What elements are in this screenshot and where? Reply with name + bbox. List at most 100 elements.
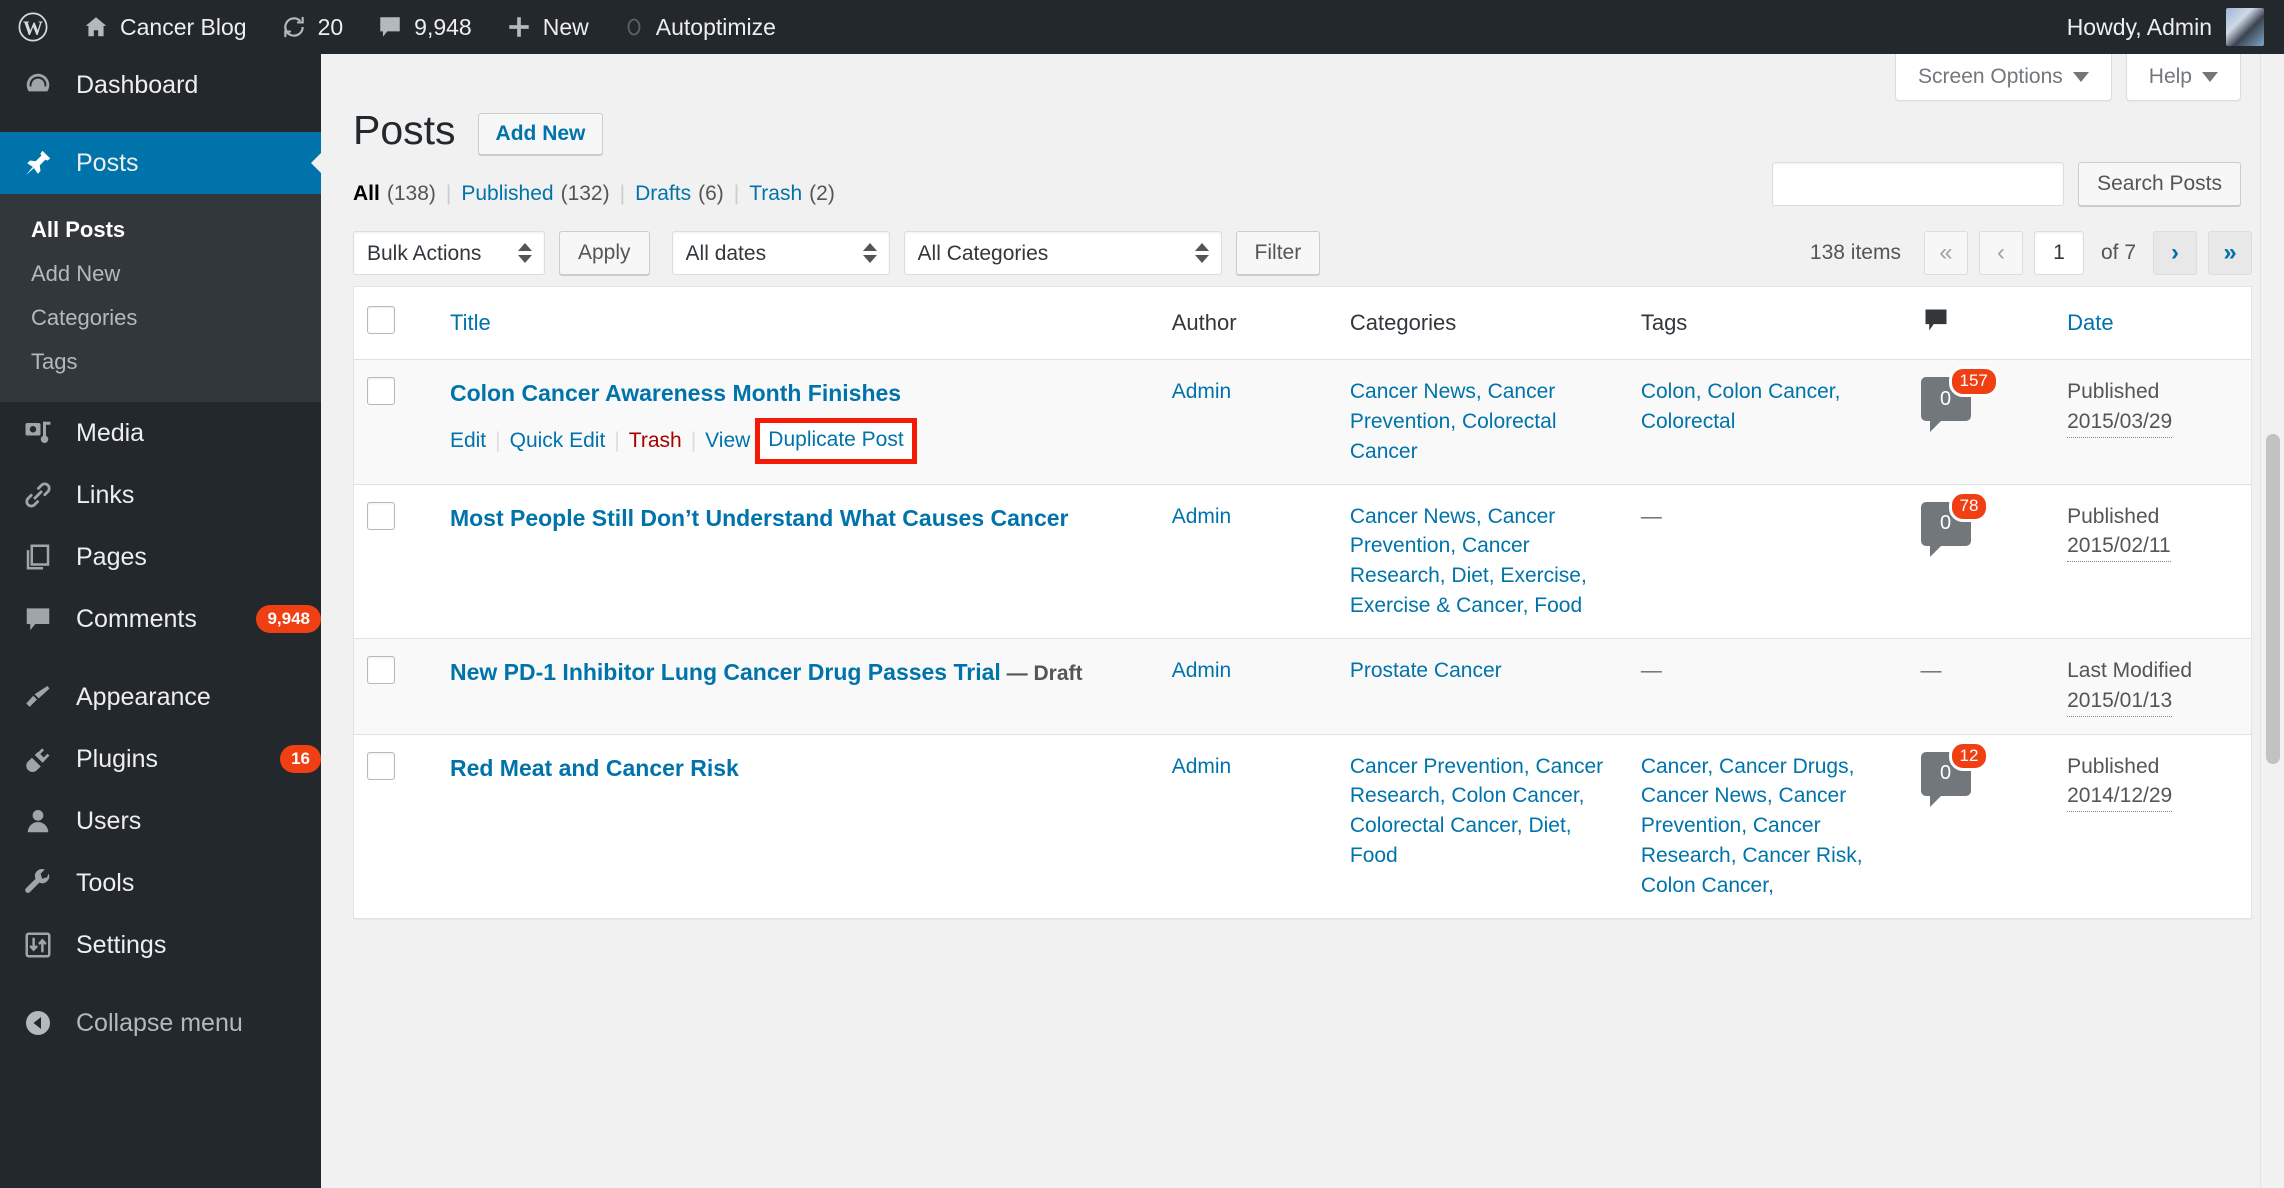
author-link[interactable]: Admin (1172, 755, 1232, 778)
page-scrollbar[interactable] (2260, 54, 2284, 1188)
tags-links[interactable]: Colon, Colon Cancer, Colorectal (1641, 380, 1841, 433)
duplicate-post-link[interactable]: Duplicate Post (768, 425, 903, 455)
pending-comments-badge: 157 (1948, 366, 1999, 398)
status-link-trash[interactable]: Trash (749, 182, 802, 206)
status-link-published[interactable]: Published (461, 182, 553, 206)
comment-count-bubble[interactable]: 0 157 (1920, 366, 1999, 433)
brush-icon (0, 682, 76, 712)
status-count-published: (132) (560, 182, 610, 206)
row-checkbox[interactable] (367, 377, 395, 406)
trash-link[interactable]: Trash (629, 426, 682, 456)
current-page-input[interactable]: 1 (2033, 231, 2084, 276)
categories-links[interactable]: Cancer News, Cancer Prevention, Colorect… (1350, 380, 1557, 463)
add-new-button[interactable]: Add New (477, 112, 604, 155)
sidebar-item-pages[interactable]: Pages (0, 526, 321, 588)
comment-count-bubble[interactable]: 0 78 (1920, 490, 1990, 557)
sidebar-item-label: Collapse menu (76, 1009, 243, 1037)
author-link[interactable]: Admin (1172, 505, 1232, 528)
comments-empty: — (1920, 658, 1942, 682)
wp-logo-menu[interactable]: W (0, 0, 66, 54)
column-header-date[interactable]: Date (2054, 286, 2252, 361)
post-title-link[interactable]: Colon Cancer Awareness Month Finishes (450, 380, 901, 406)
categories-links[interactable]: Prostate Cancer (1350, 659, 1502, 682)
row-author-cell: Admin (1158, 638, 1337, 735)
site-name-label: Cancer Blog (120, 13, 247, 40)
site-name-menu[interactable]: Cancer Blog (66, 0, 264, 54)
help-button[interactable]: Help (2125, 54, 2241, 101)
date-value: 2015/01/13 (2067, 686, 2173, 717)
screen-options-button[interactable]: Screen Options (1895, 54, 2112, 101)
column-header-comments[interactable] (1907, 286, 2055, 361)
sidebar-item-users[interactable]: Users (0, 790, 321, 852)
last-page-button[interactable]: » (2208, 231, 2252, 276)
author-link[interactable]: Admin (1172, 380, 1232, 403)
search-input[interactable] (1772, 162, 2065, 206)
collapse-menu-button[interactable]: Collapse menu (0, 992, 321, 1054)
sidebar-item-plugins[interactable]: Plugins 16 (0, 728, 321, 790)
posts-submenu: All Posts Add New Categories Tags (0, 194, 321, 402)
column-header-title-link[interactable]: Title (450, 310, 491, 335)
autoptimize-menu[interactable]: Autoptimize (606, 0, 793, 54)
status-link-all[interactable]: All (353, 182, 380, 206)
tags-links[interactable]: Cancer, Cancer Drugs, Cancer News, Cance… (1641, 755, 1863, 897)
sidebar-item-appearance[interactable]: Appearance (0, 666, 321, 728)
displaying-num: 138 items (1809, 241, 1901, 265)
row-checkbox[interactable] (367, 501, 395, 530)
sidebar-item-media[interactable]: Media (0, 402, 321, 464)
menu-separator (0, 650, 321, 666)
date-filter-select[interactable]: All dates (671, 231, 890, 276)
categories-links[interactable]: Cancer News, Cancer Prevention, Cancer R… (1350, 505, 1587, 617)
categories-links[interactable]: Cancer Prevention, Cancer Research, Colo… (1350, 755, 1603, 867)
column-header-tags-label: Tags (1640, 310, 1688, 336)
sidebar-item-settings[interactable]: Settings (0, 914, 321, 976)
post-title-link[interactable]: Red Meat and Cancer Risk (450, 755, 739, 781)
filter-button[interactable]: Filter (1235, 231, 1321, 276)
submenu-item-tags[interactable]: Tags (0, 340, 321, 384)
posts-table: Title Author Categories Tags Date Colon … (353, 286, 2252, 919)
screen-options-label: Screen Options (1918, 65, 2063, 88)
category-filter-select[interactable]: All Categories (903, 231, 1222, 276)
view-link[interactable]: View (705, 426, 750, 456)
search-submit-button[interactable]: Search Posts (2078, 162, 2241, 206)
column-header-date-link[interactable]: Date (2067, 310, 2113, 335)
settings-icon (0, 930, 76, 960)
apply-button[interactable]: Apply (559, 231, 650, 276)
column-header-title[interactable]: Title (436, 286, 1159, 361)
comments-menu[interactable]: 9,948 (360, 0, 489, 54)
row-title-cell: Most People Still Don’t Understand What … (436, 484, 1159, 639)
post-title-link[interactable]: Most People Still Don’t Understand What … (450, 505, 1069, 531)
post-title-link[interactable]: New PD-1 Inhibitor Lung Cancer Drug Pass… (450, 659, 1001, 685)
comment-count-bubble[interactable]: 0 12 (1920, 740, 1990, 807)
select-all-checkbox[interactable] (367, 306, 395, 335)
sidebar-item-links[interactable]: Links (0, 464, 321, 526)
row-checkbox-cell (353, 359, 437, 485)
sidebar-item-dashboard[interactable]: Dashboard (0, 54, 321, 116)
row-checkbox[interactable] (367, 655, 395, 684)
edit-link[interactable]: Edit (450, 426, 486, 456)
row-checkbox[interactable] (367, 751, 395, 780)
sidebar-item-tools[interactable]: Tools (0, 852, 321, 914)
sidebar-item-label: Posts (76, 149, 139, 177)
bulk-actions-select[interactable]: Bulk Actions (353, 231, 545, 276)
status-link-drafts[interactable]: Drafts (635, 182, 691, 206)
pending-comments-badge: 12 (1948, 740, 1990, 772)
plug-icon (0, 744, 76, 774)
comments-count: 9,948 (414, 13, 472, 40)
sidebar-item-posts[interactable]: Posts (0, 132, 322, 194)
date-filter-select-wrap: All dates (671, 231, 890, 276)
new-label: New (542, 13, 589, 40)
submenu-item-all-posts[interactable]: All Posts (0, 208, 321, 252)
scrollbar-thumb[interactable] (2266, 434, 2280, 764)
author-link[interactable]: Admin (1172, 659, 1232, 682)
column-header-tags: Tags (1627, 286, 1908, 361)
first-page-button[interactable]: « (1923, 231, 1968, 276)
submenu-item-add-new[interactable]: Add New (0, 252, 321, 296)
my-account-menu[interactable]: Howdy, Admin (2067, 8, 2284, 46)
quick-edit-link[interactable]: Quick Edit (510, 426, 606, 456)
prev-page-button[interactable]: ‹ (1978, 231, 2023, 276)
updates-menu[interactable]: 20 (264, 0, 361, 54)
submenu-item-categories[interactable]: Categories (0, 296, 321, 340)
sidebar-item-comments[interactable]: Comments 9,948 (0, 588, 321, 650)
new-content-menu[interactable]: New (489, 0, 606, 54)
next-page-button[interactable]: › (2153, 231, 2197, 276)
